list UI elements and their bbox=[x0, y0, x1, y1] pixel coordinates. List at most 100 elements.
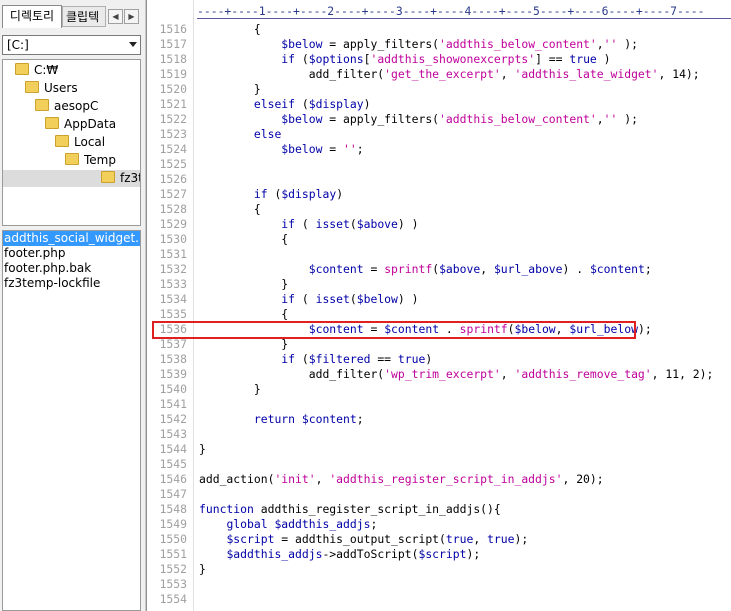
folder-icon bbox=[45, 117, 59, 129]
code-line[interactable]: if ( isset($above) ) bbox=[199, 217, 418, 232]
code-line[interactable]: } bbox=[199, 382, 261, 397]
code-line[interactable]: } bbox=[199, 337, 288, 352]
tree-item[interactable]: fz3temp-1 bbox=[3, 170, 140, 187]
tree-item-label: Temp bbox=[84, 153, 116, 167]
code-line[interactable]: function addthis_register_script_in_addj… bbox=[199, 502, 501, 517]
tree-item[interactable]: C:₩ bbox=[15, 62, 58, 79]
code-token: $options bbox=[308, 52, 364, 66]
code-token: addthis_register_script_in_addjs(){ bbox=[253, 502, 501, 516]
code-token: ; bbox=[356, 412, 364, 426]
tree-item[interactable]: Local bbox=[55, 134, 105, 151]
code-line[interactable]: global $addthis_addjs; bbox=[199, 517, 377, 532]
code-token: return bbox=[253, 412, 296, 426]
column-ruler: ----+----1----+----2----+----3----+----4… bbox=[197, 3, 731, 19]
code-line[interactable]: $addthis_addjs->addToScript($script); bbox=[199, 547, 480, 562]
code-token: $content bbox=[301, 412, 357, 426]
file-list-item[interactable]: addthis_social_widget.php bbox=[3, 231, 140, 246]
file-list-item[interactable]: footer.php bbox=[3, 246, 140, 261]
drive-select[interactable]: [C:] bbox=[2, 35, 141, 55]
line-number: 1552 bbox=[159, 562, 187, 576]
code-token: if bbox=[253, 187, 268, 201]
line-number: 1550 bbox=[159, 532, 187, 546]
code-token: = apply_filters( bbox=[322, 112, 440, 126]
tree-item[interactable]: Temp bbox=[65, 152, 116, 169]
code-token: , bbox=[480, 262, 494, 276]
tab-scroll-left-button[interactable]: ◀ bbox=[108, 9, 123, 24]
folder-icon bbox=[35, 99, 49, 111]
code-token: 'addthis_late_widget' bbox=[514, 67, 659, 81]
tree-item-label: AppData bbox=[64, 117, 117, 131]
code-line[interactable]: if ($options['addthis_showonexcerpts'] =… bbox=[199, 52, 610, 67]
tab-directory[interactable]: 디렉토리 bbox=[2, 5, 62, 28]
folder-icon bbox=[65, 153, 79, 165]
code-line[interactable]: $content = sprintf($above, $url_above) .… bbox=[199, 262, 652, 277]
code-token: 'addthis_remove_tag' bbox=[514, 367, 652, 381]
code-line[interactable]: if ($display) bbox=[199, 187, 343, 202]
code-line[interactable]: return $content; bbox=[199, 412, 364, 427]
code-line[interactable]: { bbox=[199, 202, 261, 217]
code-token: ) bbox=[336, 187, 344, 201]
code-token: ( bbox=[295, 217, 316, 231]
code-token: if bbox=[281, 217, 296, 231]
code-line[interactable]: { bbox=[199, 307, 288, 322]
line-number: 1528 bbox=[159, 202, 187, 216]
code-token: 'addthis_showonexcerpts' bbox=[370, 52, 536, 66]
file-browser-panel: 디렉토리 클립텍 ◀ ▶ [C:] C:₩ Users aesopC AppData L… bbox=[0, 0, 146, 611]
code-line[interactable]: } bbox=[199, 82, 261, 97]
tab-cliptext[interactable]: 클립텍 bbox=[62, 6, 106, 27]
folder-tree[interactable]: C:₩ Users aesopC AppData Local Temp fz3temp-1 bbox=[2, 59, 141, 226]
highlight-box bbox=[152, 321, 636, 339]
code-line[interactable]: } bbox=[199, 562, 206, 577]
tree-item[interactable]: Users bbox=[25, 80, 78, 97]
code-line[interactable]: add_action('init', 'addthis_register_scr… bbox=[199, 472, 604, 487]
code-token: } bbox=[199, 277, 289, 291]
code-line[interactable]: add_filter('wp_trim_excerpt', 'addthis_r… bbox=[199, 367, 714, 382]
code-line[interactable]: if ($filtered == true) bbox=[199, 352, 432, 367]
file-list-item[interactable]: fz3temp-lockfile bbox=[3, 276, 140, 291]
code-token: = bbox=[322, 142, 344, 156]
code-line[interactable]: $script = addthis_output_script(true, tr… bbox=[199, 532, 528, 547]
code-editor[interactable]: 1516 1517 1518 1519 1520 1521 1522 1523 1524 1525… bbox=[146, 0, 731, 611]
file-list[interactable]: addthis_social_widget.phpfooter.phpfoote… bbox=[2, 230, 141, 611]
code-token: ; bbox=[370, 517, 378, 531]
code-line[interactable]: else bbox=[199, 127, 281, 142]
code-token: $content bbox=[589, 262, 645, 276]
code-line[interactable]: { bbox=[199, 22, 261, 37]
file-list-item[interactable]: footer.php.bak bbox=[3, 261, 140, 276]
line-number: 1551 bbox=[159, 547, 187, 561]
tree-item[interactable]: AppData bbox=[45, 116, 116, 133]
code-token: 'addthis_below_content' bbox=[439, 37, 597, 51]
code-token: elseif bbox=[253, 97, 296, 111]
code-line[interactable]: add_filter('get_the_excerpt', 'addthis_l… bbox=[199, 67, 700, 82]
code-token: , bbox=[500, 367, 515, 381]
code-token: , 14); bbox=[658, 67, 700, 81]
line-number: 1554 bbox=[159, 592, 187, 606]
tree-item-label: Local bbox=[74, 135, 106, 149]
code-line[interactable]: if ( isset($below) ) bbox=[199, 292, 418, 307]
code-line[interactable]: $below = ''; bbox=[199, 142, 363, 157]
code-line[interactable]: } bbox=[199, 442, 206, 457]
code-line[interactable]: { bbox=[199, 232, 288, 247]
chevron-down-icon[interactable] bbox=[129, 42, 137, 47]
tab-scroll-right-button[interactable]: ▶ bbox=[124, 9, 139, 24]
code-token: ) ) bbox=[397, 217, 419, 231]
code-line[interactable]: elseif ($display) bbox=[199, 97, 371, 112]
line-number: 1540 bbox=[159, 382, 187, 396]
line-number: 1529 bbox=[159, 217, 187, 231]
line-number: 1526 bbox=[159, 172, 187, 186]
code-token: if bbox=[281, 52, 296, 66]
code-line[interactable]: $below = apply_filters('addthis_below_co… bbox=[199, 37, 638, 52]
tree-item[interactable]: aesopC bbox=[35, 98, 98, 115]
code-token: ; bbox=[644, 262, 652, 276]
code-line[interactable]: } bbox=[199, 277, 288, 292]
code-line[interactable]: $below = apply_filters('addthis_below_co… bbox=[199, 112, 638, 127]
line-number: 1519 bbox=[159, 67, 187, 81]
code-token: $above bbox=[356, 217, 398, 231]
code-token: , 20); bbox=[562, 472, 604, 486]
